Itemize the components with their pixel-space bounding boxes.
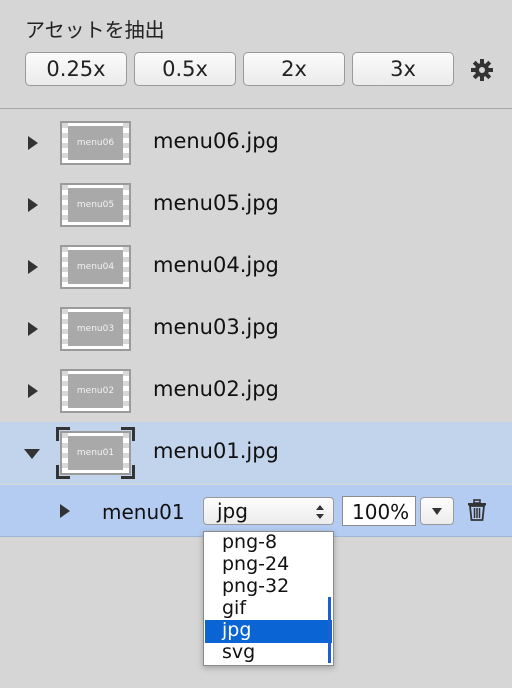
disclosure-triangle-icon[interactable]: [56, 503, 72, 519]
scale-button-0.25x[interactable]: 0.25x: [25, 52, 127, 86]
asset-row-menu04[interactable]: menu04 menu04.jpg: [0, 236, 512, 298]
asset-thumbnail: menu06: [60, 121, 131, 165]
header: アセットを抽出 0.25x 0.5x 2x 3x: [0, 0, 512, 110]
disclosure-triangle-icon[interactable]: [24, 197, 40, 213]
trash-icon[interactable]: [467, 499, 487, 521]
asset-thumbnail: menu04: [60, 245, 131, 289]
panel-title: アセットを抽出: [25, 18, 165, 42]
disclosure-triangle-icon[interactable]: [24, 259, 40, 275]
format-dropdown-menu: png-8 png-24 png-32 gif jpg svg: [203, 531, 334, 666]
layer-row-menu01[interactable]: menu01 jpg 100%: [0, 485, 512, 537]
scale-dropdown-button[interactable]: [420, 497, 454, 525]
menu-item-svg[interactable]: svg: [205, 642, 332, 665]
scale-button-2x[interactable]: 2x: [243, 52, 345, 86]
asset-row-menu02[interactable]: menu02 menu02.jpg: [0, 360, 512, 422]
asset-row-menu03[interactable]: menu03 menu03.jpg: [0, 298, 512, 360]
gear-icon[interactable]: [470, 58, 494, 82]
asset-filename[interactable]: menu01.jpg: [153, 439, 279, 463]
dropdown-scrollbar[interactable]: [328, 597, 331, 663]
crop-corner-icon: [56, 465, 70, 479]
menu-item-png-32[interactable]: png-32: [205, 576, 332, 599]
asset-filename[interactable]: menu04.jpg: [153, 253, 279, 277]
disclosure-triangle-icon[interactable]: [24, 383, 40, 399]
asset-thumbnail: menu02: [60, 369, 131, 413]
asset-row-menu05[interactable]: menu05 menu05.jpg: [0, 174, 512, 236]
layer-name: menu01: [102, 500, 185, 524]
disclosure-triangle-icon[interactable]: [24, 135, 40, 151]
thumbnail-label: menu05: [68, 188, 123, 222]
crop-corner-icon: [56, 427, 70, 441]
up-down-arrows-icon: [316, 505, 324, 519]
crop-corner-icon: [121, 465, 135, 479]
format-select-value: jpg: [217, 499, 248, 523]
thumbnail-label: menu04: [68, 250, 123, 284]
chevron-down-icon: [432, 508, 442, 515]
menu-item-jpg[interactable]: jpg: [205, 620, 332, 643]
scale-input[interactable]: 100%: [342, 496, 416, 526]
disclosure-triangle-icon[interactable]: [24, 321, 40, 337]
disclosure-triangle-expanded-icon[interactable]: [24, 445, 40, 461]
menu-item-png-8[interactable]: png-8: [205, 532, 332, 555]
asset-filename[interactable]: menu02.jpg: [153, 377, 279, 401]
asset-thumbnail: menu03: [60, 307, 131, 351]
asset-row-menu01[interactable]: menu01 menu01.jpg: [0, 422, 512, 484]
header-divider: [0, 108, 512, 109]
asset-filename[interactable]: menu03.jpg: [153, 315, 279, 339]
thumbnail-label: menu06: [68, 126, 123, 160]
format-select[interactable]: jpg: [203, 497, 334, 525]
thumbnail-label: menu02: [68, 374, 123, 408]
thumbnail-label: menu03: [68, 312, 123, 346]
scale-button-3x[interactable]: 3x: [352, 52, 454, 86]
crop-corner-icon: [121, 427, 135, 441]
asset-thumbnail: menu05: [60, 183, 131, 227]
menu-item-png-24[interactable]: png-24: [205, 554, 332, 577]
scale-button-0.5x[interactable]: 0.5x: [134, 52, 236, 86]
scale-input-value: 100%: [352, 500, 410, 524]
asset-filename[interactable]: menu05.jpg: [153, 191, 279, 215]
asset-row-menu06[interactable]: menu06 menu06.jpg: [0, 112, 512, 174]
asset-filename[interactable]: menu06.jpg: [153, 129, 279, 153]
thumbnail-label: menu01: [68, 436, 123, 470]
menu-item-gif[interactable]: gif: [205, 598, 332, 621]
